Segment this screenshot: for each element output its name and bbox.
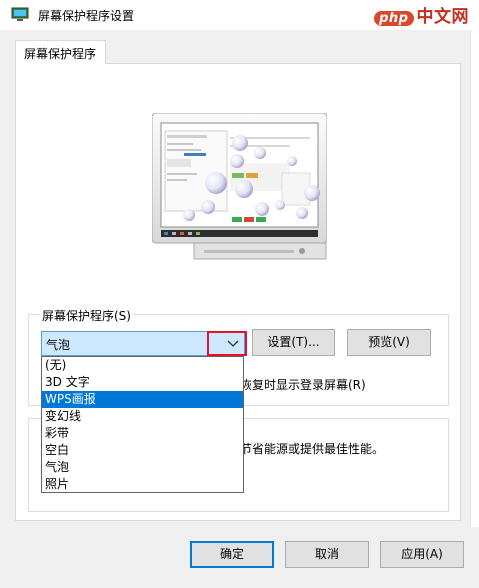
tab-screensaver[interactable]: 屏幕保护程序 xyxy=(15,40,106,64)
screensaver-dropdown-list[interactable]: (无) 3D 文字 WPS画报 变幻线 彩带 空白 气泡 照片 xyxy=(41,356,244,493)
settings-button[interactable]: 设置(T)... xyxy=(252,329,335,356)
preview-button[interactable]: 预览(V) xyxy=(347,329,431,356)
dropdown-option[interactable]: (无) xyxy=(42,357,243,374)
window-title: 屏幕保护程序设置 xyxy=(38,9,135,23)
logon-on-resume-label: 恢复时显示登录屏幕(R) xyxy=(240,378,366,392)
screensaver-group-label: 屏幕保护程序(S) xyxy=(40,307,133,324)
window-edge xyxy=(470,30,479,588)
screensaver-settings-window: 屏幕保护程序设置 php 中文网 屏幕保护程序 屏幕保护程序(S) 气泡 设置(… xyxy=(0,0,479,588)
watermark-logo: php xyxy=(374,11,414,26)
dropdown-option[interactable]: 气泡 xyxy=(42,459,243,476)
dropdown-option[interactable]: 照片 xyxy=(42,476,243,493)
dropdown-option[interactable]: 变幻线 xyxy=(42,408,243,425)
dropdown-option[interactable]: 空白 xyxy=(42,442,243,459)
dropdown-arrow-highlight xyxy=(207,331,247,356)
watermark-text: 中文网 xyxy=(416,7,469,27)
ok-button[interactable]: 确定 xyxy=(190,541,274,568)
dropdown-option[interactable]: 彩带 xyxy=(42,425,243,442)
screensaver-select-value: 气泡 xyxy=(46,338,71,352)
monitor-preview xyxy=(152,113,327,260)
watermark: php 中文网 xyxy=(374,2,469,27)
monitor-icon xyxy=(11,7,29,21)
power-description: 节省能源或提供最佳性能。 xyxy=(240,442,385,456)
apply-button[interactable]: 应用(A) xyxy=(380,541,464,568)
dropdown-option[interactable]: 3D 文字 xyxy=(42,374,243,391)
cancel-button[interactable]: 取消 xyxy=(285,541,369,568)
dropdown-option-highlighted[interactable]: WPS画报 xyxy=(42,391,243,408)
title-bar: 屏幕保护程序设置 php 中文网 xyxy=(0,0,479,30)
tab-label: 屏幕保护程序 xyxy=(24,47,97,61)
